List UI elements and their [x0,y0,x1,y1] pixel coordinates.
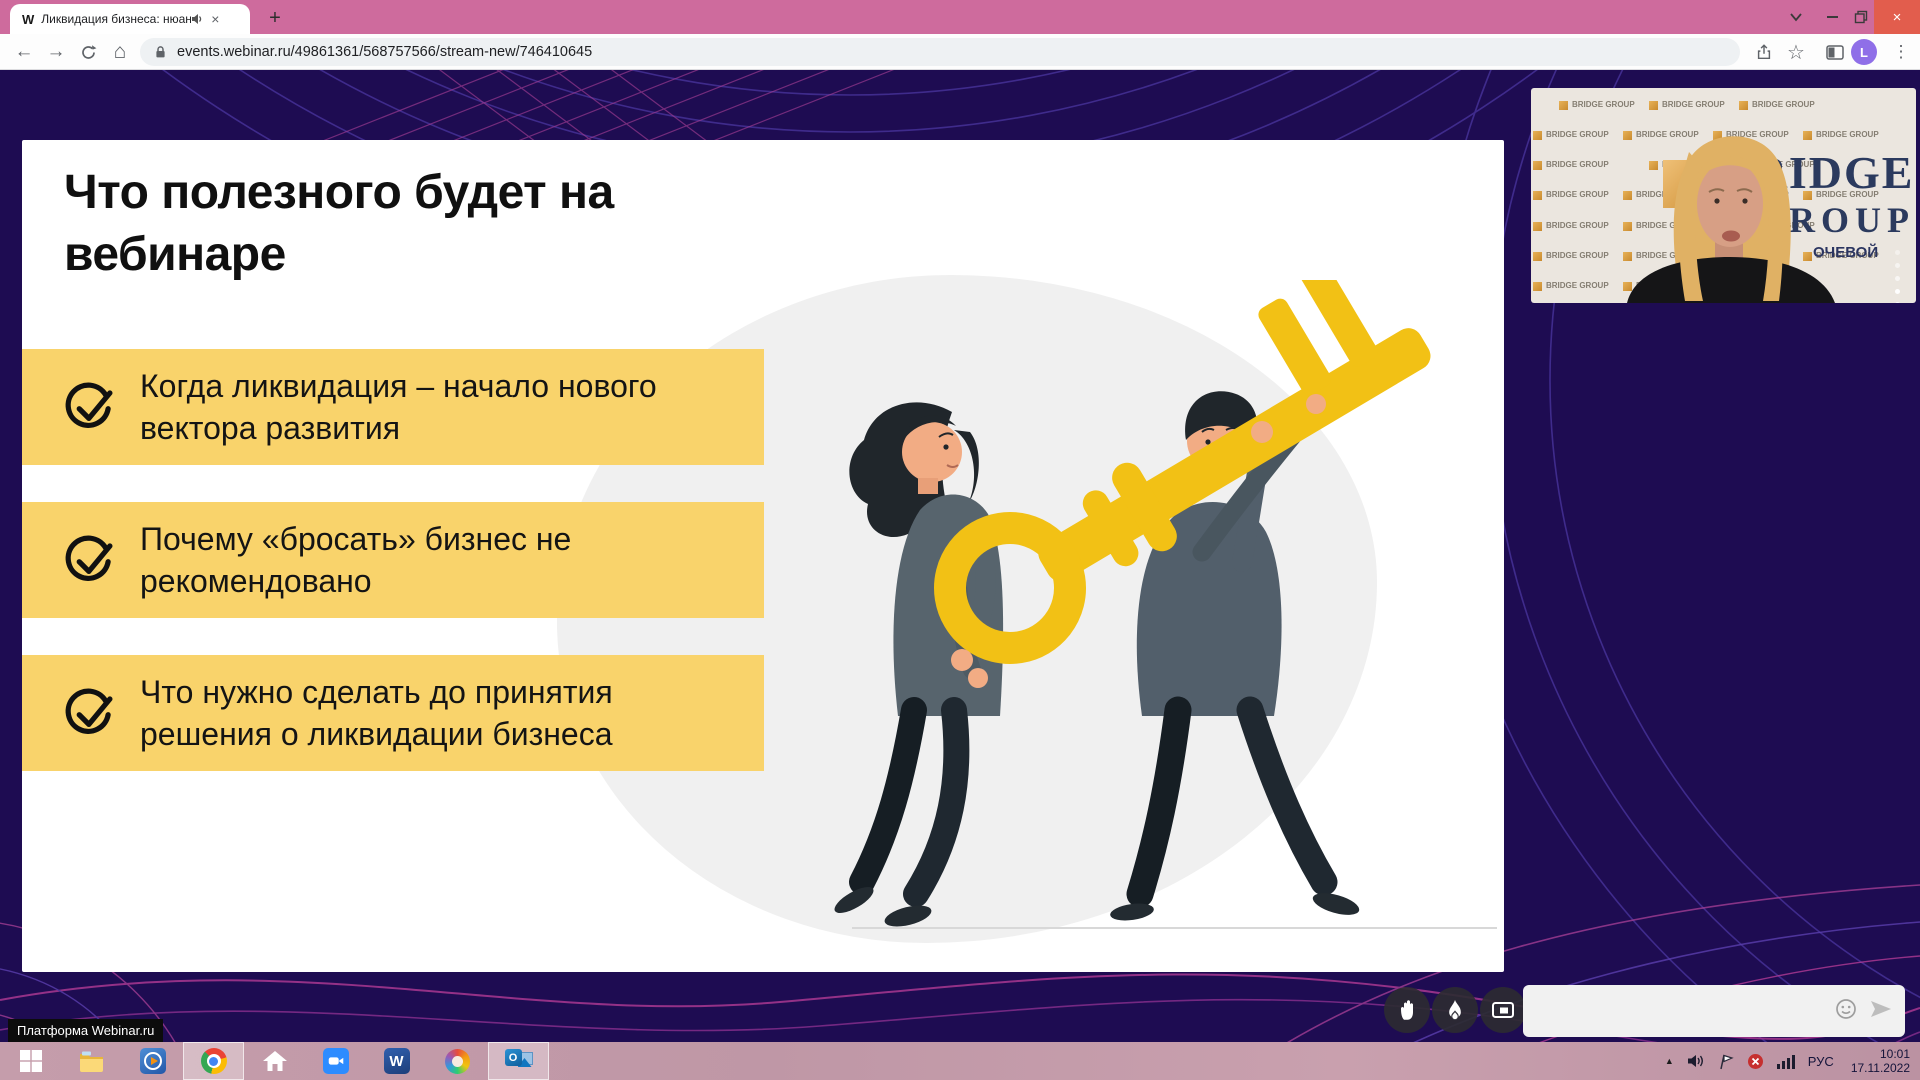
reactions-fire-button[interactable] [1432,987,1478,1033]
presenter-video[interactable]: BRIDGE GROUP BRIDGE GROUP BRIDGE GROUP BRID… [1531,88,1916,303]
home-button[interactable]: ⌂ [104,34,136,70]
slide-bullet-3: Что нужно сделать до принятия решения о … [22,655,764,771]
reload-button[interactable] [72,34,104,70]
webinar-page: Что полезного будет на вебинаре Когда ли… [0,70,1920,1042]
window-restore-button[interactable] [1848,0,1874,34]
banner-caption-partial: ОЧЕВОЙ [1813,244,1879,261]
tab-title: Ликвидация бизнеса: нюансы [41,12,192,26]
forward-button[interactable]: → [40,34,72,70]
bookmark-star-icon[interactable]: ☆ [1780,34,1812,70]
screen: W Ликвидация бизнеса: нюансы × + × ← → ⌂… [0,0,1920,1080]
word-glyph: W [389,1052,404,1070]
chat-input[interactable] [1523,985,1835,1037]
media-player-icon [139,1048,166,1074]
taskbar-home-app[interactable] [244,1042,305,1080]
windows-start-icon [19,1050,42,1072]
back-button[interactable]: ← [8,34,40,70]
check-circle-icon [65,382,113,428]
volume-icon[interactable] [1687,1053,1705,1069]
language-indicator[interactable]: РУС [1808,1054,1834,1069]
browser-menu-icon[interactable]: ⋮ [1886,34,1916,70]
outlook-icon: O [504,1048,533,1074]
taskbar-clock[interactable]: 10:01 17.11.2022 [1851,1047,1910,1075]
taskbar-chrome[interactable] [183,1042,244,1080]
pip-icon [1492,1002,1514,1018]
bullet-text: Что нужно сделать до принятия решения о … [140,674,613,752]
taskbar-zoom[interactable] [305,1042,366,1080]
bullet-text: Почему «бросать» бизнес не рекомендовано [140,521,572,599]
clock-time: 10:01 [1879,1047,1910,1061]
presentation-slide: Что полезного будет на вебинаре Когда ли… [22,140,1504,972]
new-tab-button[interactable]: + [262,6,288,32]
tab-webinar[interactable]: W Ликвидация бизнеса: нюансы × [10,4,250,34]
hand-icon [1401,1000,1413,1020]
address-bar[interactable]: events.webinar.ru/49861361/568757566/str… [140,38,1740,66]
webinar-favicon: W [22,11,35,27]
network-signal-icon[interactable] [1776,1054,1795,1069]
taskbar-media-player[interactable] [122,1042,183,1080]
picture-in-picture-button[interactable] [1480,987,1526,1033]
slide-bullet-2: Почему «бросать» бизнес не рекомендовано [22,502,764,618]
raise-hand-button[interactable] [1384,987,1430,1033]
chrome-icon [200,1048,227,1074]
check-circle-icon [65,535,113,581]
browser-tab-strip: W Ликвидация бизнеса: нюансы × + × [0,0,1920,34]
lock-icon [156,45,165,57]
taskbar-word[interactable]: W [366,1042,427,1080]
emoji-picker-icon[interactable] [1835,998,1857,1025]
illustration-woman [834,402,1004,927]
minimize-icon [1826,16,1838,18]
fire-icon [1449,1000,1461,1020]
bullet-text: Когда ликвидация – начало нового вектора… [140,368,657,446]
taskbar-outlook[interactable]: O [488,1042,549,1080]
taskbar-paint[interactable] [427,1042,488,1080]
share-icon[interactable] [1748,34,1780,70]
tab-search-chevron-icon[interactable] [1788,9,1804,30]
window-close-button[interactable]: × [1874,0,1920,34]
restore-icon [1854,10,1868,24]
video-options-dots[interactable] [1895,250,1900,303]
hidden-icons-caret[interactable]: ▲ [1665,1056,1674,1066]
zoom-icon [322,1048,349,1074]
window-minimize-button[interactable] [1816,0,1848,34]
profile-avatar[interactable]: L [1851,39,1877,65]
action-center-flag-icon[interactable] [1718,1053,1734,1070]
home-app-icon [262,1051,287,1071]
side-panel-icon[interactable] [1820,34,1850,70]
outlook-glyph: O [508,1051,518,1064]
taskbar-start-button[interactable] [0,1042,61,1080]
clock-date: 17.11.2022 [1850,1061,1910,1075]
chat-bar [1523,985,1905,1037]
slide-title: Что полезного будет на вебинаре [64,166,614,281]
paint-icon [445,1048,470,1074]
url-text: events.webinar.ru/49861361/568757566/str… [177,44,593,60]
tab-close-icon[interactable]: × [211,11,219,27]
presenter [1627,136,1835,303]
tab-audio-icon [191,13,203,25]
browser-toolbar: ← → ⌂ events.webinar.ru/49861361/5687575… [0,34,1920,70]
file-explorer-icon [80,1051,103,1072]
system-tray: ▲ РУС 10:01 17.11.2022 [1665,1042,1920,1080]
check-circle-icon [65,688,113,734]
windows-taskbar: W O ▲ РУС 10:01 17.11.2022 [0,1042,1920,1080]
send-message-icon[interactable] [1869,999,1893,1024]
taskbar-file-explorer[interactable] [61,1042,122,1080]
slide-bullet-1: Когда ликвидация – начало нового вектора… [22,349,764,465]
taskbar-tooltip: Платформа Webinar.ru [8,1019,164,1042]
notification-error-icon[interactable] [1747,1053,1764,1070]
word-icon: W [383,1048,410,1074]
